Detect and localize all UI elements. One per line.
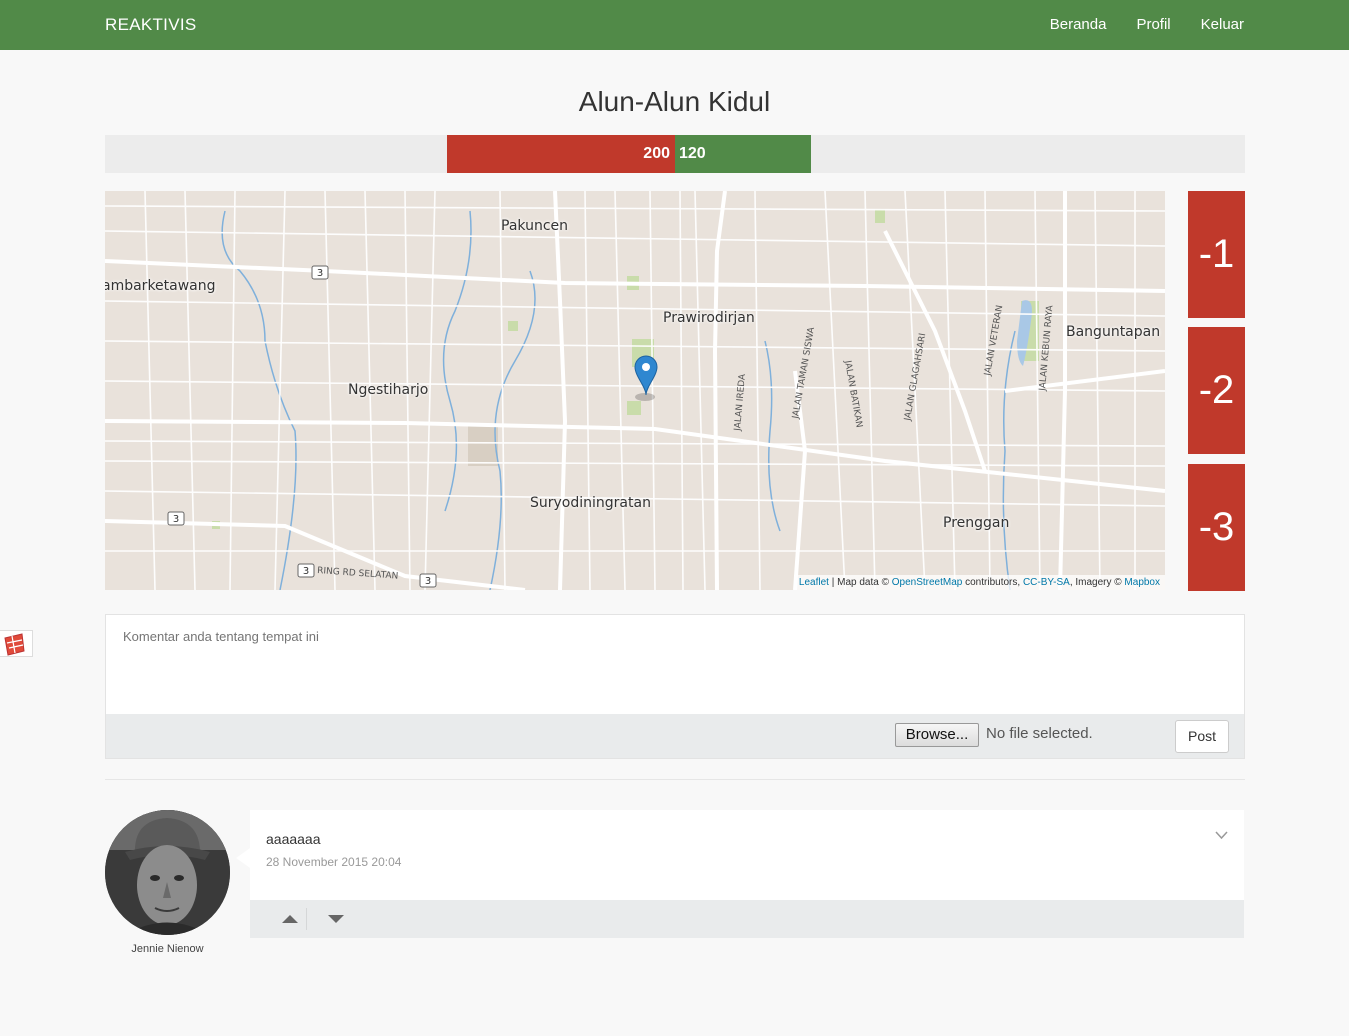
attribution-text: contributors,: [962, 577, 1023, 588]
divider: [306, 908, 307, 930]
post-timestamp: 28 November 2015 20:04: [266, 855, 402, 869]
road-label: JALAN IREDA: [733, 373, 748, 433]
vote-bar-negative: 200: [447, 135, 675, 173]
upvote-arrow-icon[interactable]: [282, 915, 298, 923]
avatar[interactable]: [105, 810, 230, 935]
map-place-label: Prenggan: [943, 515, 1010, 531]
divider: [105, 779, 1245, 780]
downvote-arrow-icon[interactable]: [328, 915, 344, 923]
top-navbar: REAKTIVIS Beranda Profil Keluar: [0, 0, 1349, 50]
map-place-label: ambarketawang: [105, 278, 216, 294]
post-card: aaaaaaa 28 November 2015 20:04: [236, 810, 1244, 900]
map-place-label: Suryodiningratan: [530, 495, 651, 511]
comment-textarea[interactable]: [106, 615, 1244, 714]
rate-minus-2-button[interactable]: -2: [1188, 327, 1245, 454]
post-actions: [250, 900, 1244, 938]
shield-label: 3: [303, 566, 309, 577]
brand-logo[interactable]: REAKTIVIS: [105, 15, 197, 35]
post-text: aaaaaaa: [266, 831, 321, 847]
mapbox-link[interactable]: Mapbox: [1124, 577, 1160, 588]
map-place-label: Ngestiharjo: [348, 382, 429, 398]
map-place-label: Banguntapan: [1066, 324, 1161, 340]
comment-toolbar: Browse... No file selected. Post: [105, 714, 1245, 759]
license-link[interactable]: CC-BY-SA: [1023, 577, 1070, 588]
leaflet-link[interactable]: Leaflet: [799, 577, 829, 588]
map-place-label: Prawirodirjan: [663, 310, 755, 326]
shield-label: 3: [173, 514, 179, 525]
post-author[interactable]: Jennie Nienow: [105, 943, 230, 955]
shield-label: 3: [425, 576, 431, 587]
route-shields: [167, 265, 437, 588]
nav-link-keluar[interactable]: Keluar: [1201, 16, 1244, 33]
rate-minus-3-button[interactable]: -3: [1188, 464, 1245, 591]
shield-label: 3: [317, 268, 323, 279]
attribution-text: | Map data ©: [828, 577, 892, 588]
comment-box: [105, 614, 1245, 715]
post-button[interactable]: Post: [1175, 720, 1229, 753]
map-marker-icon: [634, 355, 658, 401]
file-status: No file selected.: [986, 725, 1093, 742]
nav-links: Beranda Profil Keluar: [1050, 16, 1244, 33]
vote-bar-positive: 120: [675, 135, 811, 173]
attribution-text: , Imagery ©: [1069, 577, 1125, 588]
osm-link[interactable]: OpenStreetMap: [892, 577, 963, 588]
map-view[interactable]: 3 3 3 3 JALAN TAMAN SISWA JALAN BATIKAN …: [105, 191, 1165, 590]
map-attribution: Leaflet | Map data © OpenStreetMap contr…: [793, 575, 1165, 590]
side-widget-icon[interactable]: [0, 630, 33, 657]
nav-link-beranda[interactable]: Beranda: [1050, 16, 1107, 33]
map-place-label: Pakuncen: [501, 218, 568, 234]
rate-minus-1-button[interactable]: -1: [1188, 191, 1245, 318]
page-title: Alun-Alun Kidul: [578, 86, 771, 117]
chevron-down-icon[interactable]: [1215, 828, 1228, 843]
road-label: JALAN BATIKAN: [842, 359, 864, 429]
browse-file-button[interactable]: Browse...: [895, 723, 979, 747]
nav-link-profil[interactable]: Profil: [1136, 16, 1170, 33]
road-label: JALAN KEBUN RAYA: [1038, 304, 1056, 392]
